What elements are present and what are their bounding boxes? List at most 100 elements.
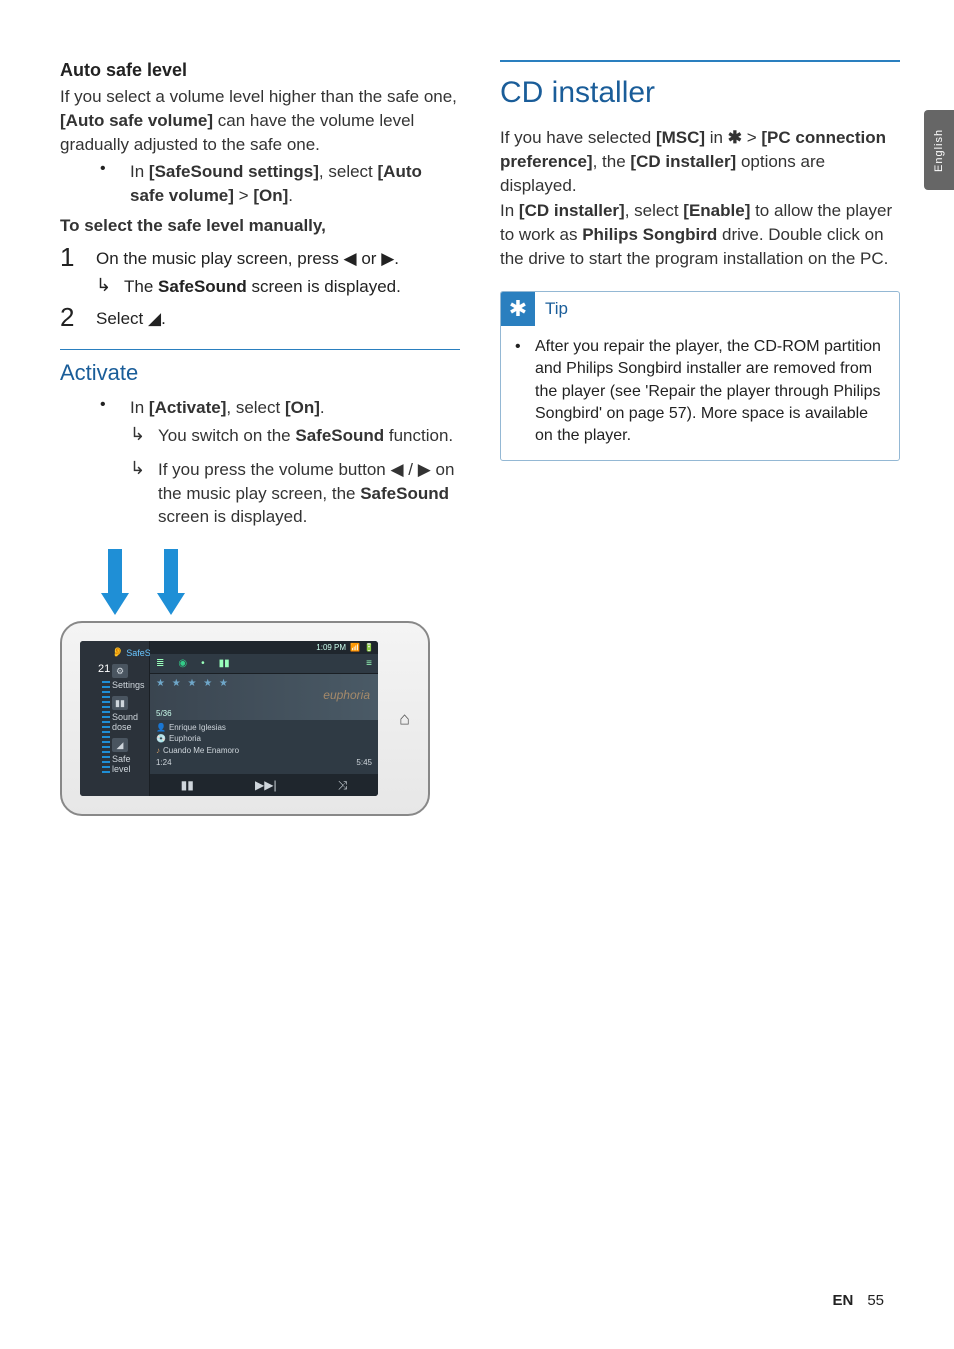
divider <box>60 349 460 350</box>
status-bar: 1:09 PM 📶 🔋 <box>150 641 378 654</box>
device-screen: 21 👂SafeSound ⚙ Settings ▮▮ Sound dose ◢ Sa… <box>80 641 378 796</box>
text: function. <box>384 426 453 445</box>
step-number: 1 <box>60 244 96 299</box>
text: Settings <box>112 680 145 690</box>
device-illustration: 21 👂SafeSound ⚙ Settings ▮▮ Sound dose ◢ Sa… <box>60 549 460 829</box>
language-tab: English <box>924 110 954 190</box>
top-icon-row: ≣ ◉ • ▮▮ ≡ <box>150 654 378 674</box>
text-bold: SafeSound <box>295 426 384 445</box>
home-icon: ⌂ <box>399 708 410 729</box>
menu-settings: ⚙ Settings <box>112 664 145 690</box>
pause-icon: ▮▮ <box>181 778 194 792</box>
text: If you have selected <box>500 128 656 147</box>
track-name: Cuando Me Enamoro <box>163 746 239 755</box>
text-bold: Philips Songbird <box>582 225 717 244</box>
text: , select <box>625 201 684 220</box>
rating-stars-icon: ★ ★ ★ ★ ★ <box>156 678 230 689</box>
result-arrow-icon: ↳ <box>130 424 158 448</box>
note-icon: ♪ <box>156 746 160 755</box>
text: in <box>705 128 728 147</box>
bullet-dot-icon: • <box>100 396 130 529</box>
clock-value: 1:09 PM <box>316 643 346 652</box>
ear-icon: 👂 <box>112 647 123 658</box>
mute-icon: ◢ <box>112 738 128 752</box>
menu-sound-dose: ▮▮ Sound dose <box>112 696 145 732</box>
left-arrow-icon: ◀ <box>390 460 403 479</box>
manual-heading: To select the safe level manually, <box>60 214 460 238</box>
artist-icon: 👤 <box>156 723 166 732</box>
bullet-safesound-settings: • In [SafeSound settings], select [Auto … <box>100 160 460 208</box>
cd-paragraph-2: In [CD installer], select [Enable] to al… <box>500 199 900 270</box>
text: On the music play screen, press <box>96 249 344 268</box>
footer-lang: EN <box>832 1292 853 1309</box>
gear-icon: ✱ <box>728 128 742 147</box>
step-number: 2 <box>60 304 96 331</box>
shuffle-icon: ⤨ <box>338 778 348 793</box>
text-bold: [Auto safe volume] <box>60 111 213 130</box>
signal-icon: 📶 <box>350 643 360 652</box>
text-bold: [MSC] <box>656 128 705 147</box>
mute-icon: ◢ <box>148 309 161 328</box>
track-count: 5/36 <box>156 709 172 718</box>
text: or <box>357 249 382 268</box>
right-arrow-icon: ▶ <box>418 460 431 479</box>
text: In <box>130 398 149 417</box>
album-title: euphoria <box>323 688 370 702</box>
cd-installer-heading: CD installer <box>500 76 900 110</box>
time-row: 1:24 5:45 <box>150 758 378 767</box>
auto-safe-paragraph: If you select a volume level higher than… <box>60 85 460 156</box>
activate-heading: Activate <box>60 360 460 386</box>
pointer-arrow-icon <box>104 549 126 617</box>
text: > <box>742 128 761 147</box>
tip-asterisk-icon: ✱ <box>501 292 535 326</box>
gear-icon: ⚙ <box>112 664 128 678</box>
tip-label: Tip <box>545 299 568 319</box>
track-name: Euphoria <box>169 734 201 743</box>
playback-controls: ▮▮ ▶▶| ⤨ <box>150 774 378 796</box>
step-1: 1 On the music play screen, press ◀ or ▶… <box>60 244 460 299</box>
divider <box>500 60 900 62</box>
cd-paragraph-1: If you have selected [MSC] in ✱ > [PC co… <box>500 126 900 197</box>
right-arrow-icon: ▶ <box>381 249 394 268</box>
volume-bar-icon <box>102 681 110 774</box>
text: screen is displayed. <box>247 277 401 296</box>
text: In <box>130 162 149 181</box>
text-bold: [SafeSound settings] <box>149 162 319 181</box>
bullet-dot-icon: • <box>515 336 535 448</box>
album-art: ★ ★ ★ ★ ★ euphoria 5/36 <box>150 674 378 720</box>
text-bold: [On] <box>285 398 320 417</box>
left-arrow-icon: ◀ <box>344 249 357 268</box>
device-body: 21 👂SafeSound ⚙ Settings ▮▮ Sound dose ◢ Sa… <box>60 621 430 816</box>
text: Sound dose <box>112 712 138 732</box>
track-list: 👤Enrique Iglesias 💿Euphoria ♪Cuando Me E… <box>150 720 378 758</box>
text: screen is displayed. <box>158 507 307 526</box>
text: . <box>320 398 325 417</box>
safesound-label: 👂SafeSound <box>112 647 145 658</box>
text: . <box>288 186 293 205</box>
text-bold: [On] <box>253 186 288 205</box>
menu-safe-level: ◢ Safe level <box>112 738 145 774</box>
disc-icon: ◉ <box>178 658 187 669</box>
list-icon: ≣ <box>156 658 164 669</box>
volume-value: 21 <box>98 663 110 675</box>
auto-safe-heading: Auto safe level <box>60 60 460 81</box>
text: In <box>500 201 519 220</box>
pointer-arrow-icon <box>160 549 182 617</box>
footer-page-number: 55 <box>867 1292 884 1309</box>
text: If you select a volume level higher than… <box>60 87 457 106</box>
text: , select <box>226 398 285 417</box>
bars-icon: ▮▮ <box>112 696 128 710</box>
page-footer: EN 55 <box>832 1292 884 1309</box>
menu-icon: ≡ <box>366 658 372 669</box>
next-icon: ▶▶| <box>255 778 277 792</box>
disc-icon: 💿 <box>156 734 166 743</box>
duration-time: 5:45 <box>356 758 372 767</box>
text: You switch on the <box>158 426 295 445</box>
text: / <box>404 460 418 479</box>
text-bold: [Enable] <box>683 201 750 220</box>
text: Safe level <box>112 754 131 774</box>
text: The <box>124 277 158 296</box>
text-bold: SafeSound <box>360 484 449 503</box>
text: > <box>234 186 253 205</box>
elapsed-time: 1:24 <box>156 758 172 767</box>
